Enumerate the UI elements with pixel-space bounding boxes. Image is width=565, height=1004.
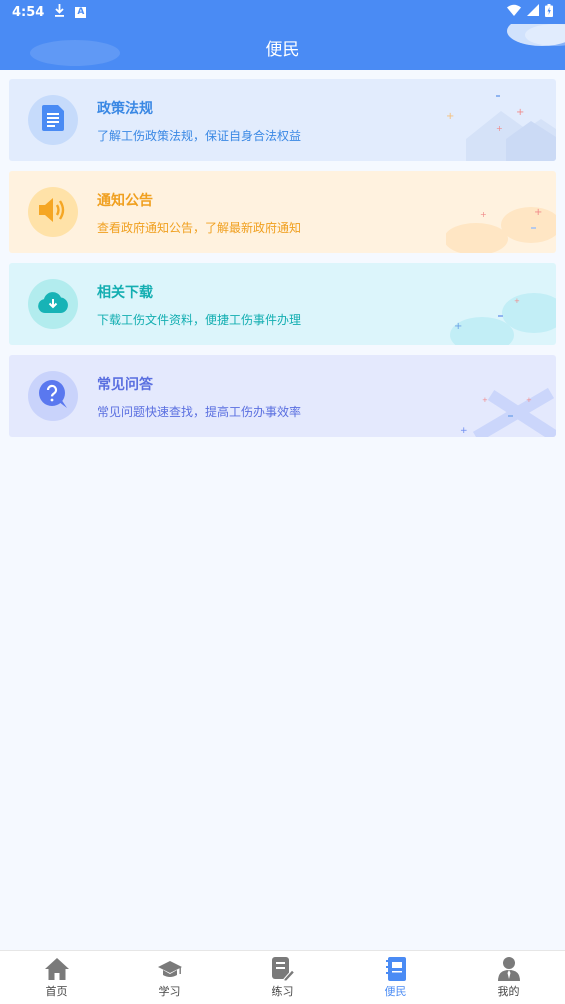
wifi-icon (507, 4, 521, 20)
card-description: 了解工伤政策法规，保证自身合法权益 (97, 129, 302, 143)
speaker-icon (39, 197, 67, 227)
nav-label: 首页 (45, 984, 68, 998)
nav-practice[interactable]: 练习 (226, 951, 339, 1004)
nav-convenience[interactable]: 便民 (339, 951, 452, 1004)
card-download[interactable]: 相关下载 下载工伤文件资料，便捷工伤事件办理 + + (9, 263, 556, 345)
card-notice[interactable]: 通知公告 查看政府通知公告，了解最新政府通知 + + (9, 171, 556, 253)
svg-text:+: + (460, 426, 468, 436)
cloud-download-icon (38, 291, 68, 317)
graduation-cap-icon (157, 957, 182, 981)
card-description: 常见问题快速查找，提高工伤办事效率 (97, 405, 302, 419)
cross-decoration: + + + (460, 387, 556, 437)
svg-text:+: + (480, 210, 487, 219)
cloud-decoration: + + (450, 293, 556, 345)
card-description: 查看政府通知公告，了解最新政府通知 (97, 221, 302, 235)
card-faq[interactable]: 常见问答 常见问题快速查找，提高工伤办事效率 + + + (9, 355, 556, 437)
svg-text:+: + (496, 124, 503, 133)
download-icon (54, 3, 65, 21)
svg-text:+: + (534, 207, 542, 218)
status-time: 4:54 (12, 4, 45, 20)
card-title: 相关下载 (97, 285, 153, 301)
signal-icon (527, 4, 539, 20)
card-icon-circle (28, 279, 78, 329)
keyboard-icon: A (75, 6, 87, 18)
title-bar: 便民 (0, 24, 565, 70)
nav-label: 我的 (497, 984, 520, 998)
cloud-decoration: + + (446, 207, 556, 253)
page-title: 便民 (265, 39, 300, 60)
nav-label: 便民 (384, 984, 407, 998)
mountain-decoration: + + + (446, 95, 556, 161)
document-icon (42, 105, 64, 135)
nav-study[interactable]: 学习 (113, 951, 226, 1004)
svg-text:+: + (454, 321, 462, 332)
svg-text:+: + (514, 297, 520, 305)
notebook-icon (384, 956, 408, 981)
status-bar: 4:54 A (0, 0, 565, 24)
card-title: 常见问答 (97, 377, 153, 393)
nav-home[interactable]: 首页 (0, 951, 113, 1004)
status-right (507, 3, 553, 21)
card-title: 通知公告 (97, 193, 153, 209)
status-left: 4:54 A (12, 3, 87, 21)
battery-icon (545, 3, 553, 21)
card-icon-circle (28, 95, 78, 145)
question-icon (39, 380, 67, 412)
person-icon (497, 956, 521, 981)
bottom-navigation: 首页 学习 练习 便民 我的 (0, 950, 565, 1004)
nav-label: 练习 (271, 984, 294, 998)
card-icon-circle (28, 371, 78, 421)
nav-profile[interactable]: 我的 (452, 951, 565, 1004)
edit-note-icon (271, 956, 295, 981)
svg-text:+: + (516, 107, 524, 118)
svg-text:+: + (482, 396, 488, 404)
card-title: 政策法规 (97, 101, 153, 117)
svg-text:+: + (446, 111, 454, 122)
svg-text:+: + (526, 396, 532, 404)
nav-label: 学习 (158, 984, 181, 998)
card-policy[interactable]: 政策法规 了解工伤政策法规，保证自身合法权益 + + + (9, 79, 556, 161)
card-icon-circle (28, 187, 78, 237)
home-icon (44, 957, 69, 981)
service-list: 政策法规 了解工伤政策法规，保证自身合法权益 + + + 通知公告 查看政府通知… (9, 79, 556, 447)
card-description: 下载工伤文件资料，便捷工伤事件办理 (97, 313, 302, 327)
